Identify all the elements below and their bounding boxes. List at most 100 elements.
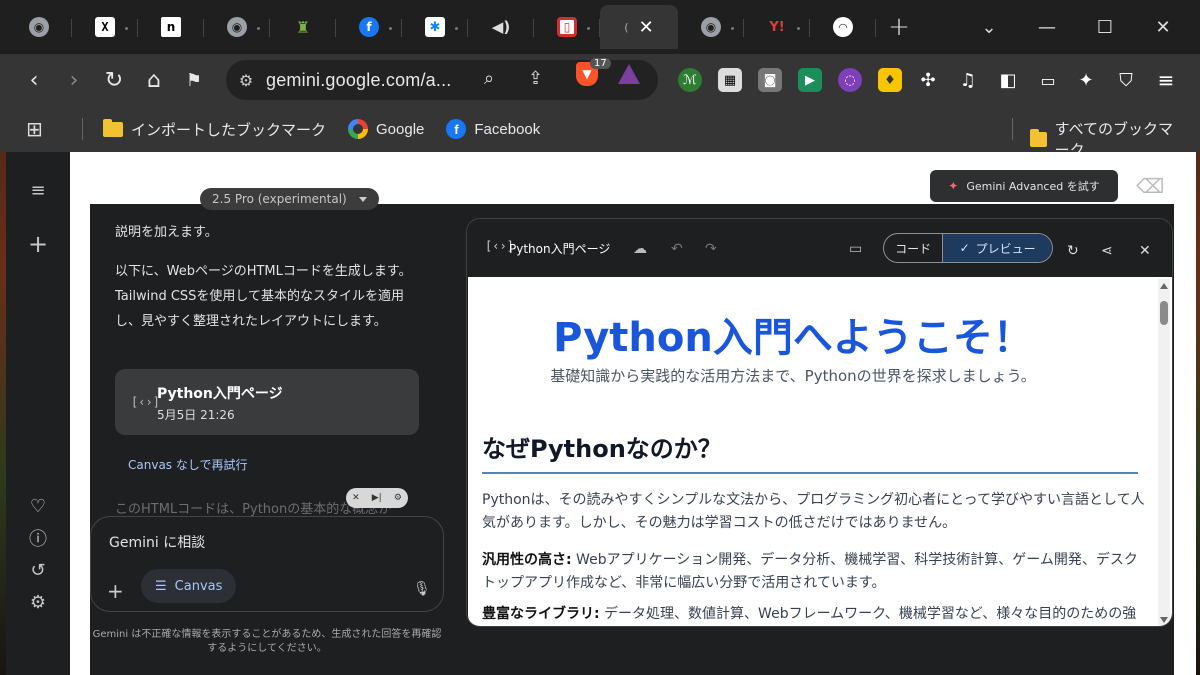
add-plus-icon[interactable]: + [107,579,124,603]
redo-icon[interactable]: ↷ [705,241,717,257]
tab-loading-icon: ( [624,20,629,34]
tab-bluesky[interactable]: ✱ [402,5,468,49]
settings-gear-icon[interactable]: ⚙ [394,493,402,503]
preview-scrollbar[interactable] [1158,279,1170,626]
console-icon[interactable]: ▭ [849,241,862,257]
forward-icon[interactable]: › [54,60,94,100]
gemini-advanced-button[interactable]: ✦ Gemini Advanced を試す [930,170,1118,202]
wallet-icon[interactable]: ▭ [1036,68,1060,92]
share-icon[interactable]: ⋖ [1101,243,1113,259]
scroll-thumb[interactable] [1160,301,1168,325]
canvas-header: [‹›] Python入門ページ ☁ ↶ ↷ ▭ コード ✓ プレビュー ↻ ⋖ … [467,219,1172,277]
leo-ai-icon[interactable]: ✦ [1074,68,1098,92]
side-rail: ≡ + ♡ ⓘ ↺ ⚙ [6,152,70,675]
canvas-icon: ☰ [155,578,167,594]
window-close-icon[interactable]: ✕ [1134,0,1192,54]
mute-icon[interactable]: ✕ [352,493,360,503]
url-text[interactable]: gemini.google.com/a... [266,70,452,91]
preview-text: Webアプリケーション開発、データ分析、機械学習、科学技術計算、ゲーム開発、デス… [482,552,1138,591]
canvas-toggle-chip[interactable]: ☰ Canvas [141,569,237,603]
chat-extension-icon[interactable]: ◌ [838,68,862,92]
preview-bold-label: 汎用性の高さ: [482,552,572,568]
tab-facebook[interactable]: f [336,5,402,49]
folder-icon [103,118,123,137]
sidebar-icon[interactable]: ◧ [996,68,1020,92]
microphone-icon[interactable]: 🎙 [413,581,431,597]
music-icon[interactable]: ♫ [956,68,980,92]
tab-yahoo[interactable]: Y! [744,5,810,49]
minimize-icon[interactable]: — [1018,0,1076,54]
cloud-save-icon[interactable]: ☁ [633,241,647,257]
bottle-icon: ♜ [295,17,311,37]
new-tab-button[interactable]: + [876,5,922,49]
extensions-puzzle-icon[interactable]: ✣ [916,68,940,92]
activity-history-icon[interactable]: ↺ [26,558,50,582]
prompt-input[interactable] [109,535,409,551]
zoom-icon[interactable]: ⌕ [484,68,494,89]
check-icon: ✓ [959,241,970,255]
settings-gear-icon[interactable]: ⚙ [26,590,50,614]
tab-gemini-active[interactable]: (✕ [600,5,678,49]
tab-search-chevron-icon[interactable]: ⌄ [960,0,1018,54]
camera-icon[interactable]: ◙ [758,68,782,92]
tab-rss[interactable]: ◠ [810,5,876,49]
close-icon[interactable]: ✕ [1139,243,1151,259]
skip-icon[interactable]: ▶| [372,493,382,503]
facebook-icon: f [359,17,379,37]
gem-heart-icon[interactable]: ♡ [26,494,50,518]
reload-icon[interactable]: ↻ [94,60,134,100]
bookmark-facebook[interactable]: f Facebook [446,119,540,139]
tab-code[interactable]: コード [884,234,944,262]
tab-globe-2[interactable]: ◉ [204,5,270,49]
hamburger-menu-icon[interactable]: ≡ [26,178,50,202]
menu-icon[interactable]: ≡ [1154,68,1178,92]
maximize-icon[interactable]: ☐ [1076,0,1134,54]
help-icon[interactable]: ⓘ [26,526,50,550]
video-extension-icon[interactable]: ▶ [798,68,822,92]
brave-rewards-icon[interactable] [618,64,640,84]
trash-icon[interactable]: ⌫ [1136,174,1164,198]
bookmark-icon[interactable]: ⚑ [174,60,214,100]
qr-code-icon[interactable]: ▦ [718,68,742,92]
share-icon[interactable]: ⇪ [528,68,543,89]
preview-subtitle: 基礎知識から実践的な活用方法まで、Pythonの世界を探求しましょう。 [550,367,1036,385]
tab-n[interactable]: n [138,5,204,49]
retry-without-canvas-link[interactable]: Canvas なしで再試行 [128,456,248,473]
back-icon[interactable]: ‹ [14,60,54,100]
media-controls[interactable]: ✕ ▶| ⚙ [346,488,408,508]
bookmark-imported-folder[interactable]: インポートしたブックマーク [103,118,327,140]
canvas-document-card[interactable]: [‹›] Python入門ページ 5月5日 21:26 [115,369,419,435]
red-square-icon: ▯ [557,17,577,37]
undo-icon[interactable]: ↶ [671,241,683,257]
close-icon[interactable]: ✕ [639,17,654,38]
tab-x[interactable]: X [72,5,138,49]
tab-bottle[interactable]: ♜ [270,5,336,49]
main-area: 説明を加えます。 以下に、WebページのHTMLコードを生成します。Tailwi… [90,204,1174,675]
tab-globe-3[interactable]: ◉ [678,5,744,49]
vpn-shield-icon[interactable]: ⛉ [1114,68,1138,92]
tab-red[interactable]: ▯ [534,5,600,49]
new-chat-plus-icon[interactable]: + [26,230,50,258]
bookmark-label: インポートしたブックマーク [131,121,327,139]
disclaimer-text: Gemini は不正確な情報を表示することがあるため、生成された回答を再確認する… [92,629,442,654]
gemini-advanced-label: Gemini Advanced を試す [966,180,1100,193]
scroll-up-icon[interactable] [1160,283,1168,289]
home-icon[interactable]: ⌂ [134,60,174,100]
tab-audio[interactable]: ◀) [468,5,534,49]
facebook-icon: f [446,119,467,139]
bookmark-google[interactable]: Google [348,119,424,139]
tab-globe-1[interactable]: ◉ [6,5,72,49]
bulb-extension-icon[interactable]: ♦ [878,68,902,92]
apps-grid-icon[interactable]: ⊞ [26,117,54,141]
tab-preview[interactable]: ✓ プレビュー [943,234,1052,262]
n-icon: n [161,17,181,37]
chat-text-line0: 説明を加えます。 [115,225,218,240]
globe-icon: ◉ [29,17,49,37]
scroll-down-icon[interactable] [1160,617,1168,623]
extension-green-icon[interactable]: ℳ [678,68,702,92]
site-settings-icon[interactable]: ⚙ [226,71,266,90]
model-selector[interactable]: 2.5 Pro (experimental) [200,188,379,210]
browser-toolbar: ‹ › ↻ ⌂ ⚑ ⚙ gemini.google.com/a... ⌕ ⇪ ▼… [0,54,1200,106]
gemini-app: ≡ + ♡ ⓘ ↺ ⚙ ✦ Gemini Advanced を試す ⌫ 2.5 P… [6,152,1196,675]
refresh-icon[interactable]: ↻ [1067,243,1079,259]
